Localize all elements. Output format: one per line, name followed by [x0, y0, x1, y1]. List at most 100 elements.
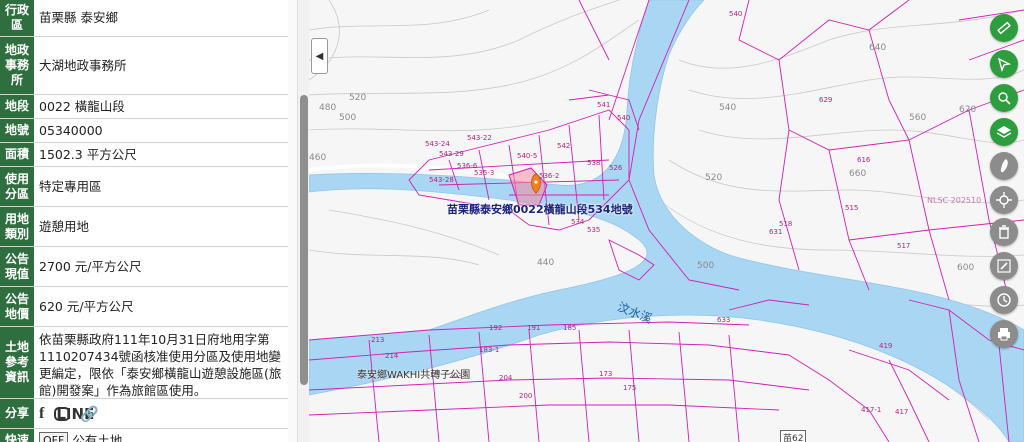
svg-text:419: 419 — [879, 342, 892, 350]
svg-text:460: 460 — [309, 153, 326, 163]
public-land-label: 公有土地 — [72, 432, 123, 442]
info-value: 依苗栗縣政府111年10月31日府地用字第1110207434號函核准使用分區及… — [34, 327, 288, 398]
svg-text:185: 185 — [563, 324, 576, 332]
svg-text:500: 500 — [697, 261, 714, 271]
clear-button[interactable] — [990, 218, 1018, 246]
svg-text:214: 214 — [385, 352, 399, 360]
svg-text:200: 200 — [519, 392, 532, 400]
trash-icon — [999, 225, 1009, 239]
info-row-land-use: 用地類別 遊憩用地 — [0, 207, 288, 247]
select-parcel-button[interactable] — [990, 50, 1018, 78]
gps-icon — [996, 192, 1012, 208]
svg-text:518: 518 — [779, 220, 792, 228]
facebook-icon[interactable]: f — [39, 405, 44, 422]
ruler-icon — [997, 21, 1011, 35]
road-badge: 苗62 — [780, 430, 807, 442]
info-label: 土地參考資訊 — [0, 327, 34, 398]
info-value: 大湖地政事務所 — [34, 37, 288, 94]
scrollbar-thumb[interactable] — [300, 95, 308, 385]
info-label: 行政區 — [0, 0, 34, 36]
svg-text:541: 541 — [597, 101, 610, 109]
edit-button[interactable] — [990, 252, 1018, 280]
panel-scrollbar[interactable] — [297, 0, 309, 442]
svg-text:192: 192 — [489, 324, 502, 332]
info-row-reference: 土地參考資訊 依苗栗縣政府111年10月31日府地用字第1110207434號函… — [0, 327, 288, 399]
info-label: 地政事務所 — [0, 37, 34, 94]
info-row-area: 面積 1502.3 平方公尺 — [0, 143, 288, 167]
map-watermark: NLSC 202510 — [927, 196, 982, 205]
svg-text:543-28: 543-28 — [429, 176, 454, 184]
svg-text:629: 629 — [819, 96, 832, 104]
svg-text:520: 520 — [705, 173, 722, 183]
svg-text:660: 660 — [849, 169, 866, 179]
svg-text:538: 538 — [587, 159, 600, 167]
quick-toggle-row: OFF 公有土地 — [34, 429, 288, 442]
land-info-panel: 行政區 苗栗縣 泰安鄉 地政事務所 大湖地政事務所 地段 0022 橫龍山段 地… — [0, 0, 288, 442]
history-button[interactable] — [990, 286, 1018, 314]
layers-button[interactable] — [990, 118, 1018, 146]
print-button[interactable] — [990, 320, 1018, 348]
info-label: 快速 — [0, 429, 34, 442]
gps-button[interactable] — [990, 186, 1018, 214]
svg-text:500: 500 — [339, 113, 356, 123]
svg-text:213: 213 — [371, 336, 384, 344]
svg-text:534: 534 — [571, 218, 585, 226]
info-row-land-price: 公告地價 620 元/平方公尺 — [0, 287, 288, 327]
layers-icon — [996, 126, 1012, 138]
taiwan-icon — [1000, 159, 1008, 173]
svg-text:526: 526 — [609, 164, 623, 172]
collapse-panel-button[interactable]: ◀ — [311, 38, 328, 74]
info-label: 分享 — [0, 399, 34, 428]
info-value: 苗栗縣 泰安鄉 — [34, 0, 288, 36]
svg-text:515: 515 — [845, 204, 858, 212]
map-canvas[interactable]: 543-24 543-29 543-22 536-6 543-28 535-3 … — [309, 0, 1024, 442]
svg-text:480: 480 — [319, 103, 336, 113]
select-parcel-icon — [997, 57, 1012, 72]
taiwan-button[interactable] — [990, 152, 1018, 180]
svg-text:560: 560 — [909, 113, 926, 123]
svg-text:543-22: 543-22 — [467, 134, 492, 142]
info-label: 使用分區 — [0, 167, 34, 206]
line-icon[interactable]: LINE — [54, 406, 94, 421]
share-actions: f LINE 🔗 — [34, 399, 288, 428]
print-icon — [998, 328, 1010, 341]
info-row-office: 地政事務所 大湖地政事務所 — [0, 37, 288, 95]
svg-text:204: 204 — [499, 374, 513, 382]
info-value: 620 元/平方公尺 — [34, 287, 288, 326]
svg-text:633: 633 — [717, 316, 730, 324]
svg-text:520: 520 — [349, 93, 366, 103]
info-label: 公告現值 — [0, 247, 34, 286]
panel-gutter — [288, 0, 297, 442]
info-row-current-value: 公告現值 2700 元/平方公尺 — [0, 247, 288, 287]
park-label: 泰安鄉WAKHI共轉子公園 — [357, 370, 471, 381]
info-label: 用地類別 — [0, 207, 34, 246]
svg-text:540: 540 — [617, 114, 630, 122]
info-row-zoning: 使用分區 特定專用區 — [0, 167, 288, 207]
svg-text:517: 517 — [897, 242, 910, 250]
svg-text:440: 440 — [537, 258, 554, 268]
svg-text:175: 175 — [623, 384, 636, 392]
info-value: 2700 元/平方公尺 — [34, 247, 288, 286]
info-value: 0022 橫龍山段 — [34, 95, 288, 118]
link-icon[interactable]: 🔗 — [80, 406, 99, 422]
svg-text:535-3: 535-3 — [474, 169, 494, 177]
history-icon — [997, 293, 1011, 307]
info-value: 05340000 — [34, 119, 288, 142]
svg-text:536-2: 536-2 — [539, 172, 559, 180]
svg-text:620: 620 — [959, 105, 976, 115]
info-row-district: 行政區 苗栗縣 泰安鄉 — [0, 0, 288, 37]
svg-text:183-1: 183-1 — [479, 346, 499, 354]
svg-text:540: 540 — [719, 103, 736, 113]
info-row-quick: 快速 OFF 公有土地 — [0, 429, 288, 442]
svg-text:540-5: 540-5 — [517, 152, 537, 160]
info-label: 地號 — [0, 119, 34, 142]
public-land-toggle[interactable]: OFF — [39, 431, 69, 442]
info-value: 1502.3 平方公尺 — [34, 143, 288, 166]
svg-text:640: 640 — [869, 43, 886, 53]
svg-text:173: 173 — [599, 370, 612, 378]
ruler-tool-button[interactable] — [990, 14, 1018, 42]
locate-parcel-button[interactable] — [990, 84, 1018, 112]
svg-text:543-29: 543-29 — [439, 150, 464, 158]
info-label: 面積 — [0, 143, 34, 166]
svg-text:191: 191 — [527, 324, 540, 332]
